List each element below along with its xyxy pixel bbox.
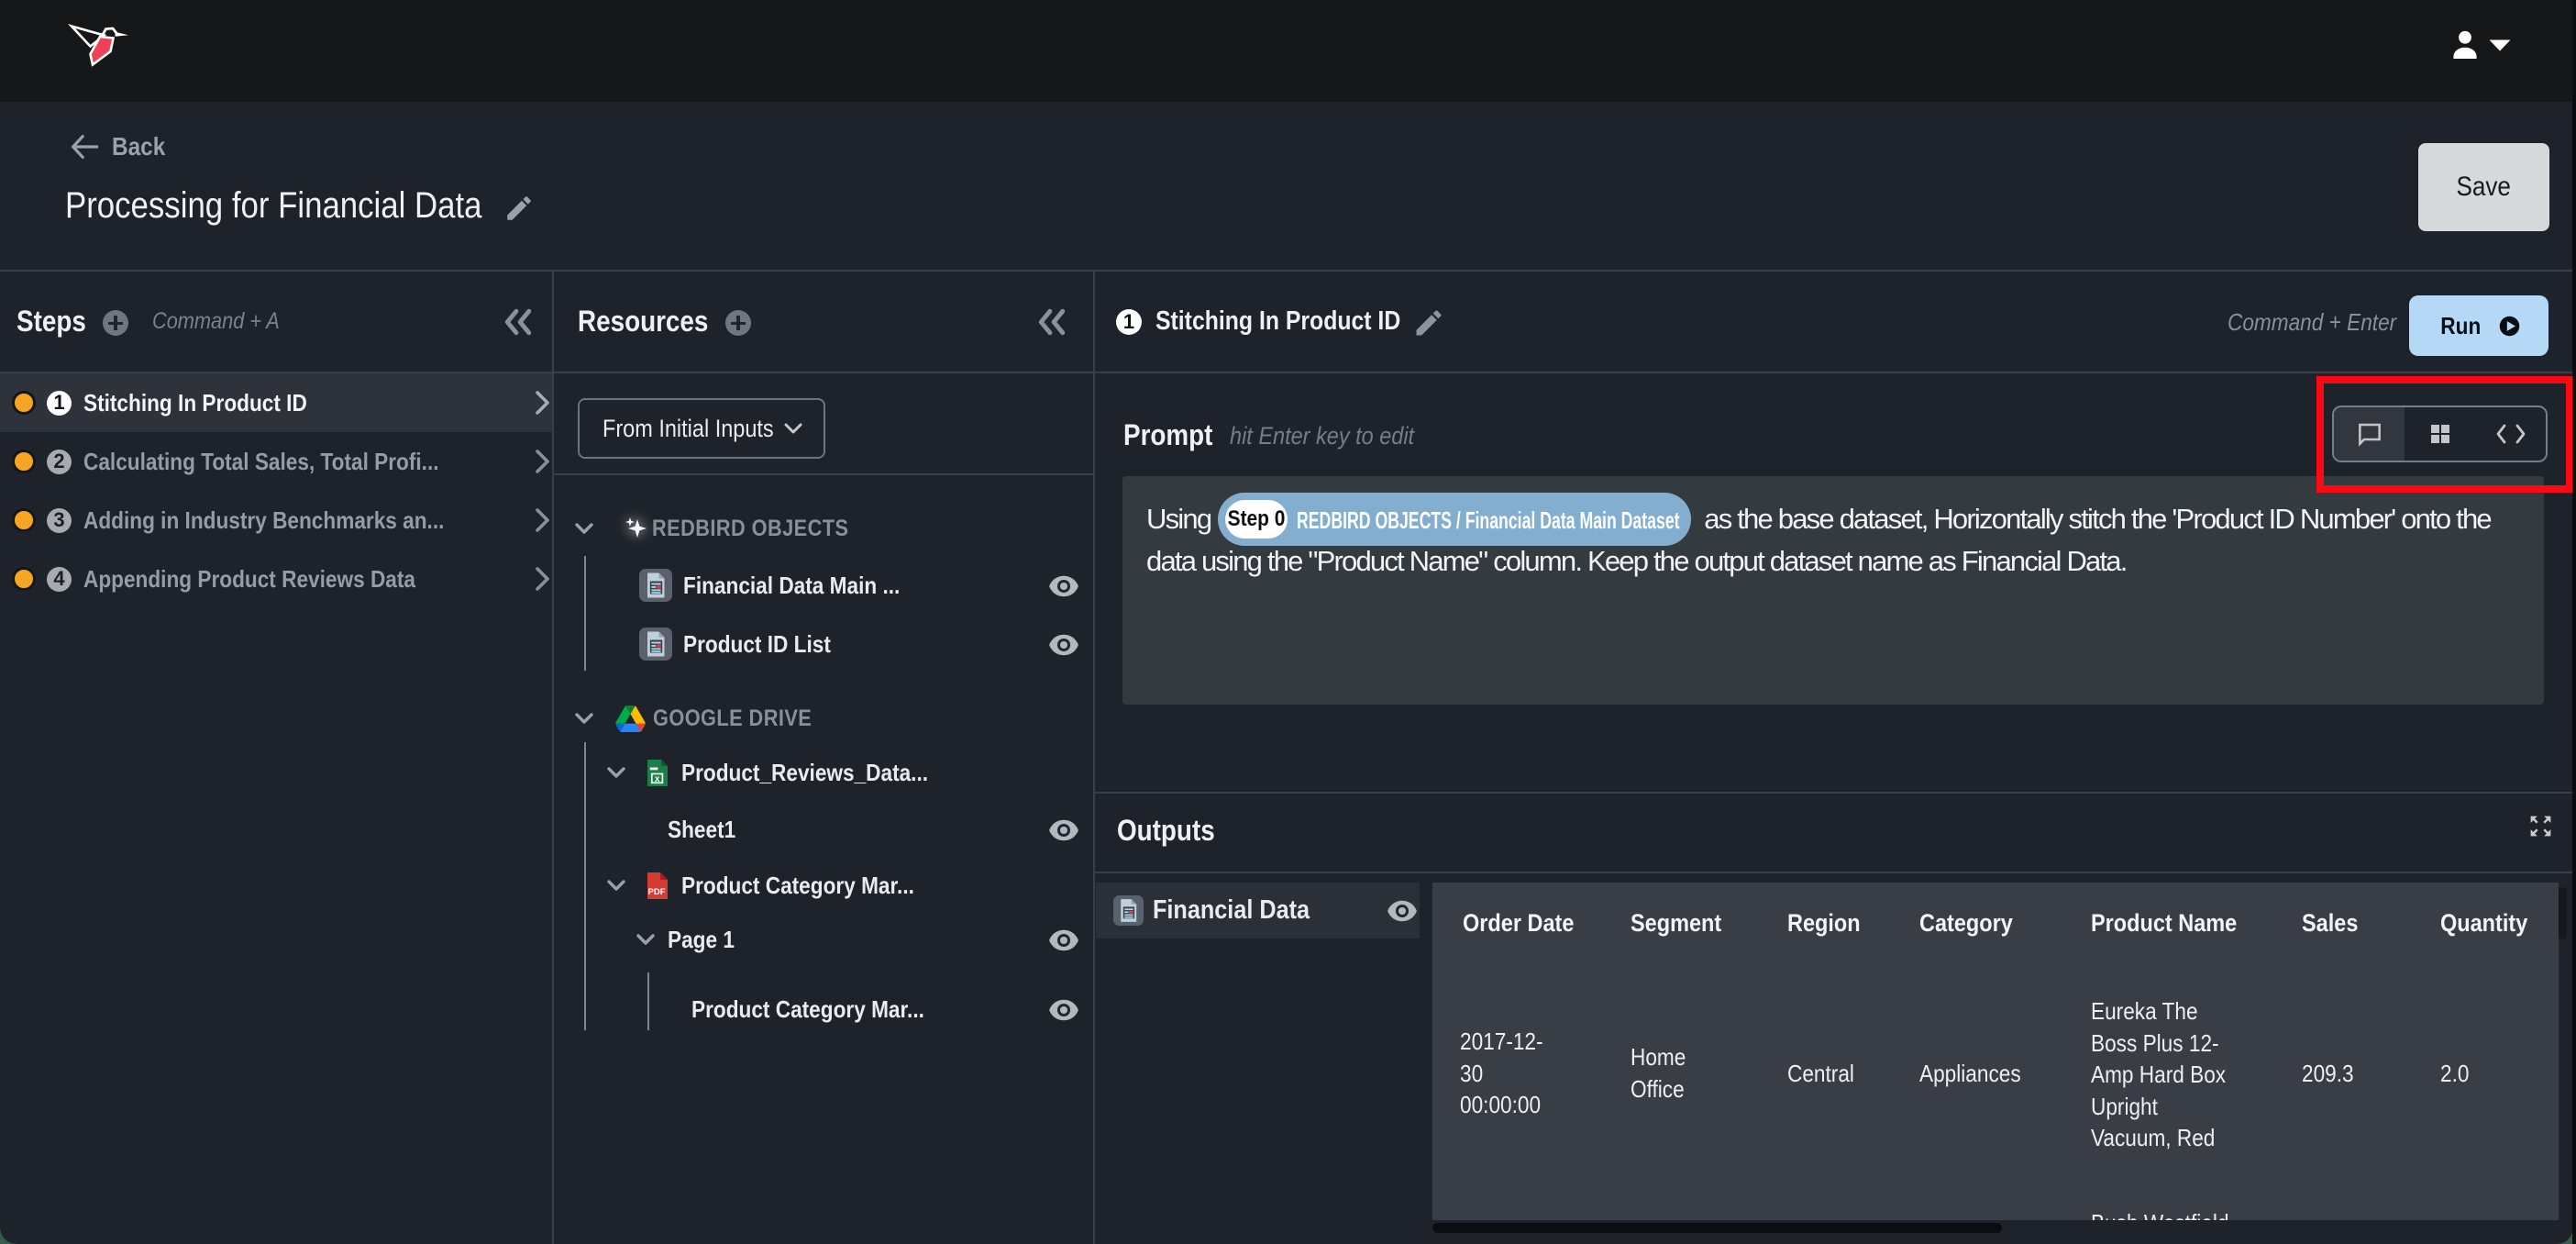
svg-text:PDF: PDF bbox=[648, 887, 666, 897]
svg-text:x: x bbox=[655, 773, 660, 783]
